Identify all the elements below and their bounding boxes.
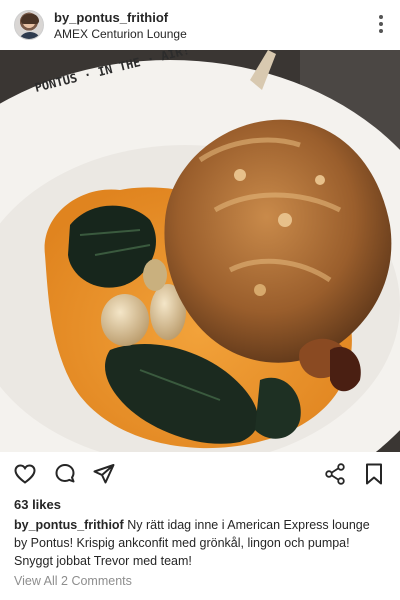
bookmark-icon[interactable]	[362, 462, 386, 486]
likes-count[interactable]: 63 likes	[14, 497, 61, 512]
post-header: by_pontus_frithiof AMEX Centurion Lounge	[0, 0, 400, 50]
post-username[interactable]: by_pontus_frithiof	[54, 10, 168, 25]
more-vertical-icon[interactable]	[378, 15, 384, 35]
caption-username[interactable]: by_pontus_frithiof	[14, 518, 124, 532]
share-nodes-icon[interactable]	[323, 462, 347, 486]
post-photo[interactable]: PONTUS · IN THE · AIR!	[0, 50, 400, 452]
post-location[interactable]: AMEX Centurion Lounge	[54, 27, 187, 41]
heart-icon[interactable]	[13, 462, 37, 486]
avatar-hair	[21, 14, 39, 24]
view-comments-link[interactable]: View All 2 Comments	[14, 574, 132, 588]
action-bar	[0, 452, 400, 496]
post-caption: by_pontus_frithiof Ny rätt idag inne i A…	[14, 516, 386, 570]
comment-bubble-icon[interactable]	[53, 462, 77, 486]
paper-plane-icon[interactable]	[92, 462, 116, 486]
avatar[interactable]	[14, 10, 44, 40]
avatar-shoulders	[18, 32, 42, 39]
photo-illustration: PONTUS · IN THE · AIR!	[0, 50, 400, 452]
